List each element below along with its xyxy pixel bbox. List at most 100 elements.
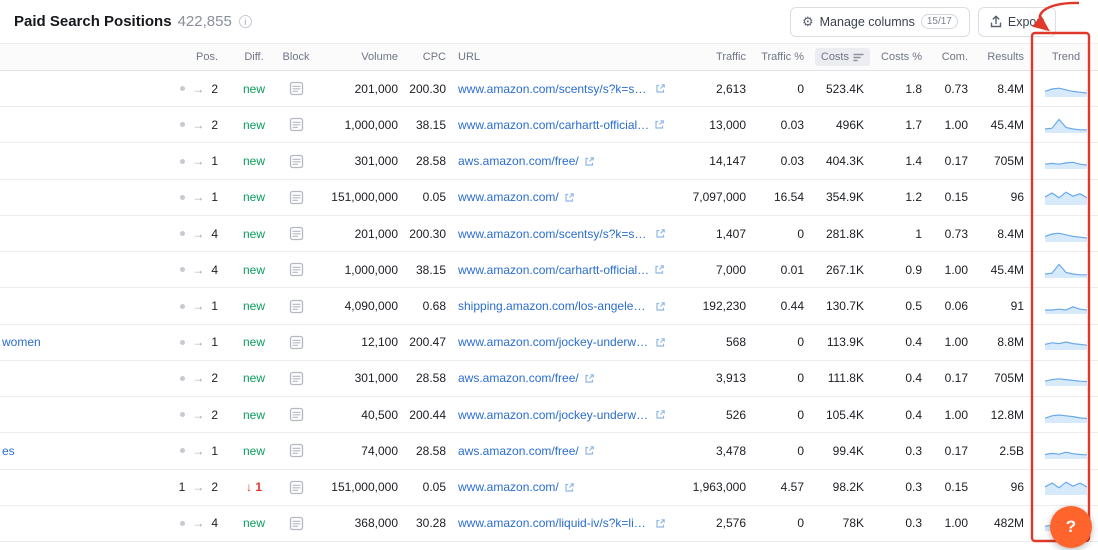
diff-cell: new: [232, 227, 276, 241]
keyword-link[interactable]: women: [2, 335, 41, 349]
results-cell: 12.8M: [978, 408, 1034, 422]
arrow-right-icon: →: [192, 190, 204, 204]
url-cell: www.amazon.com/liquid-iv/s?k=liq…: [456, 516, 666, 530]
block-note-icon[interactable]: [289, 262, 304, 277]
help-button[interactable]: ?: [1050, 506, 1092, 548]
position-to: 1: [211, 154, 218, 168]
keyword-cell: women: [0, 335, 100, 349]
block-note-icon[interactable]: [289, 81, 304, 96]
block-cell: [276, 117, 316, 132]
manage-columns-button[interactable]: ⚙ Manage columns 15/17: [790, 7, 970, 37]
col-trend[interactable]: Trend: [1034, 51, 1098, 63]
block-note-icon[interactable]: [289, 117, 304, 132]
results-cell: 45.4M: [978, 118, 1034, 132]
traffic-cell: 192,230: [666, 299, 756, 313]
position-cell: → 2: [100, 118, 232, 132]
traffic-pct-cell: 16.54: [756, 190, 814, 204]
position-from: [180, 86, 185, 91]
position-to: 2: [211, 408, 218, 422]
arrow-right-icon: →: [192, 263, 204, 277]
info-icon[interactable]: i: [239, 15, 252, 28]
url-cell: www.amazon.com/: [456, 480, 666, 494]
position-from: [180, 448, 185, 453]
url-link[interactable]: shipping.amazon.com/los-angeles-…: [458, 299, 650, 313]
position-cell: → 1: [100, 335, 232, 349]
export-button[interactable]: Export: [978, 7, 1056, 37]
diff-value: new: [243, 299, 265, 313]
keyword-link[interactable]: es: [2, 444, 15, 458]
url-link[interactable]: aws.amazon.com/free/: [458, 371, 579, 385]
com-cell: 1.00: [932, 335, 978, 349]
block-note-icon[interactable]: [289, 371, 304, 386]
costs-pct-cell: 1.4: [874, 154, 932, 168]
url-link[interactable]: www.amazon.com/scentsy/s?k=sce…: [458, 82, 650, 96]
col-url[interactable]: URL: [456, 51, 666, 63]
diff-value: new: [243, 335, 265, 349]
external-link-icon: [655, 337, 666, 348]
block-note-icon[interactable]: [289, 480, 304, 495]
url-link[interactable]: www.amazon.com/jockey-underwe…: [458, 335, 650, 349]
position-to: 1: [211, 444, 218, 458]
col-traffic-pct[interactable]: Traffic %: [756, 51, 814, 63]
diff-value: new: [243, 371, 265, 385]
url-link[interactable]: aws.amazon.com/free/: [458, 154, 579, 168]
col-block[interactable]: Block: [276, 51, 316, 63]
position-cell: → 1: [100, 190, 232, 204]
url-link[interactable]: www.amazon.com/carhartt-official…: [458, 263, 649, 277]
col-results[interactable]: Results: [978, 51, 1034, 63]
url-link[interactable]: aws.amazon.com/free/: [458, 444, 579, 458]
url-link[interactable]: www.amazon.com/scentsy/s?k=sce…: [458, 227, 650, 241]
block-note-icon[interactable]: [289, 407, 304, 422]
arrow-right-icon: →: [192, 516, 204, 530]
volume-cell: 4,090,000: [316, 299, 408, 313]
trend-sparkline: [1045, 298, 1087, 314]
costs-cell: 523.4K: [814, 82, 874, 96]
trend-sparkline: [1045, 334, 1087, 350]
col-traffic[interactable]: Traffic: [666, 51, 756, 63]
block-note-icon[interactable]: [289, 190, 304, 205]
traffic-cell: 526: [666, 408, 756, 422]
url-link[interactable]: www.amazon.com/: [458, 190, 559, 204]
position-to: 4: [211, 516, 218, 530]
costs-pct-cell: 0.9: [874, 263, 932, 277]
results-count: 422,855: [178, 13, 232, 30]
url-link[interactable]: www.amazon.com/: [458, 480, 559, 494]
table-row: → 2 new 201,000 200.30 www.amazon.com/sc…: [0, 71, 1098, 107]
position-cell: → 1: [100, 299, 232, 313]
col-costs-pct[interactable]: Costs %: [874, 51, 932, 63]
trend-cell: [1034, 443, 1098, 459]
volume-cell: 301,000: [316, 371, 408, 385]
cpc-cell: 28.58: [408, 371, 456, 385]
traffic-pct-cell: 0: [756, 408, 814, 422]
col-pos[interactable]: Pos.: [100, 51, 232, 63]
col-volume[interactable]: Volume: [316, 51, 408, 63]
com-cell: 0.15: [932, 190, 978, 204]
block-note-icon[interactable]: [289, 443, 304, 458]
col-com[interactable]: Com.: [932, 51, 978, 63]
url-link[interactable]: www.amazon.com/carhartt-official…: [458, 118, 649, 132]
costs-sort-pill[interactable]: Costs: [815, 48, 870, 66]
manage-columns-label: Manage columns: [820, 15, 915, 29]
traffic-pct-cell: 0: [756, 371, 814, 385]
col-diff[interactable]: Diff.: [232, 51, 276, 63]
diff-value: new: [243, 444, 265, 458]
url-cell: www.amazon.com/scentsy/s?k=sce…: [456, 82, 666, 96]
volume-cell: 368,000: [316, 516, 408, 530]
col-costs[interactable]: Costs: [814, 48, 874, 66]
trend-cell: [1034, 298, 1098, 314]
diff-cell: new: [232, 263, 276, 277]
block-note-icon[interactable]: [289, 335, 304, 350]
block-note-icon[interactable]: [289, 154, 304, 169]
table-row: 1 → 2 ↓ 1 151,000,000 0.05 www.amazon.co…: [0, 470, 1098, 506]
url-link[interactable]: www.amazon.com/liquid-iv/s?k=liq…: [458, 516, 650, 530]
costs-pct-cell: 1.8: [874, 82, 932, 96]
com-cell: 0.06: [932, 299, 978, 313]
trend-sparkline: [1045, 262, 1087, 278]
block-note-icon[interactable]: [289, 226, 304, 241]
block-note-icon[interactable]: [289, 299, 304, 314]
table-row: → 4 new 1,000,000 38.15 www.amazon.com/c…: [0, 252, 1098, 288]
costs-cell: 105.4K: [814, 408, 874, 422]
col-cpc[interactable]: CPC: [408, 51, 456, 63]
block-note-icon[interactable]: [289, 516, 304, 531]
url-link[interactable]: www.amazon.com/jockey-underwe…: [458, 408, 650, 422]
